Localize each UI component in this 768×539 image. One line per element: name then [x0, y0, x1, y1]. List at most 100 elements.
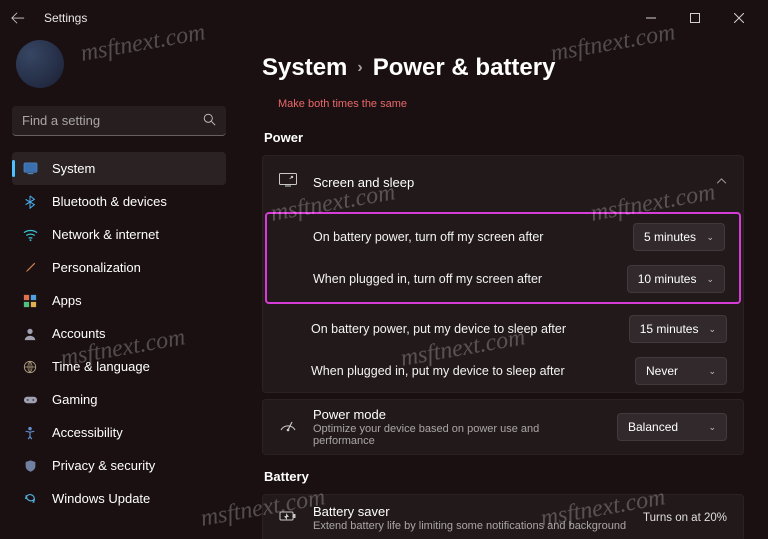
content-area: System › Power & battery Make both times…	[238, 36, 768, 539]
battery-saver-status: Turns on at 20%	[643, 512, 727, 524]
plugged-screen-off-dropdown[interactable]: 10 minutes ⌄	[627, 265, 725, 293]
bluetooth-icon	[22, 194, 38, 210]
sidebar-item-system[interactable]: System	[12, 152, 226, 185]
chevron-down-icon: ⌄	[708, 422, 716, 433]
user-section[interactable]	[12, 36, 226, 92]
plugged-sleep-dropdown[interactable]: Never ⌄	[635, 357, 727, 385]
wifi-icon	[22, 227, 38, 243]
battery-screen-off-row: On battery power, turn off my screen aft…	[269, 216, 737, 258]
sidebar-item-bluetooth[interactable]: Bluetooth & devices	[12, 185, 226, 218]
sidebar-item-label: Privacy & security	[52, 458, 155, 473]
make-same-times-link[interactable]: Make both times the same	[262, 92, 744, 116]
sidebar-item-label: Time & language	[52, 359, 150, 374]
sidebar-item-label: Personalization	[52, 260, 141, 275]
breadcrumb-parent[interactable]: System	[262, 54, 347, 82]
update-icon	[22, 491, 38, 507]
sidebar-item-label: Windows Update	[52, 491, 150, 506]
shield-icon	[22, 458, 38, 474]
sidebar-item-label: Gaming	[52, 392, 98, 407]
dropdown-value: Balanced	[628, 420, 678, 434]
battery-saver-panel[interactable]: Battery saver Extend battery life by lim…	[262, 494, 744, 539]
plugged-sleep-row: When plugged in, put my device to sleep …	[263, 350, 743, 392]
sidebar-item-label: Network & internet	[52, 227, 159, 242]
app-title: Settings	[44, 11, 87, 25]
screen-sleep-title: Screen and sleep	[313, 175, 700, 190]
battery-saver-title: Battery saver	[313, 504, 627, 519]
battery-screen-off-dropdown[interactable]: 5 minutes ⌄	[633, 223, 725, 251]
minimize-icon	[646, 13, 656, 23]
maximize-button[interactable]	[674, 4, 716, 32]
back-button[interactable]	[8, 8, 28, 28]
window-controls	[630, 4, 760, 32]
person-icon	[22, 326, 38, 342]
breadcrumb-current: Power & battery	[373, 54, 556, 82]
nav-list: System Bluetooth & devices Network & int…	[12, 152, 226, 515]
sidebar-item-label: Accounts	[52, 326, 105, 341]
sidebar-item-privacy[interactable]: Privacy & security	[12, 449, 226, 482]
setting-label: When plugged in, turn off my screen afte…	[313, 272, 615, 286]
chevron-up-icon	[716, 176, 727, 188]
sidebar-item-label: Accessibility	[52, 425, 123, 440]
sidebar-item-apps[interactable]: Apps	[12, 284, 226, 317]
dropdown-value: 5 minutes	[644, 230, 696, 244]
sidebar: System Bluetooth & devices Network & int…	[0, 36, 238, 539]
setting-label: On battery power, turn off my screen aft…	[313, 230, 621, 244]
battery-sleep-dropdown[interactable]: 15 minutes ⌄	[629, 315, 727, 343]
close-button[interactable]	[718, 4, 760, 32]
battery-saver-icon	[279, 509, 297, 528]
screen-sleep-header[interactable]: Screen and sleep	[263, 156, 743, 208]
power-mode-text: Power mode Optimize your device based on…	[313, 407, 601, 447]
titlebar-left: Settings	[8, 8, 87, 28]
power-mode-dropdown[interactable]: Balanced ⌄	[617, 413, 727, 441]
sidebar-item-accounts[interactable]: Accounts	[12, 317, 226, 350]
globe-icon	[22, 359, 38, 375]
power-section-header: Power	[264, 130, 744, 145]
battery-section-header: Battery	[264, 469, 744, 484]
screen-sleep-panel: Screen and sleep On battery power, turn …	[262, 155, 744, 393]
power-mode-icon	[279, 417, 297, 438]
battery-sleep-row: On battery power, put my device to sleep…	[263, 308, 743, 350]
sidebar-item-accessibility[interactable]: Accessibility	[12, 416, 226, 449]
sidebar-item-label: System	[52, 161, 95, 176]
battery-saver-subtitle: Extend battery life by limiting some not…	[313, 520, 627, 532]
setting-label: On battery power, put my device to sleep…	[311, 322, 617, 336]
sidebar-item-label: Bluetooth & devices	[52, 194, 167, 209]
main-container: System Bluetooth & devices Network & int…	[0, 36, 768, 539]
chevron-down-icon: ⌄	[708, 324, 716, 335]
apps-icon	[22, 293, 38, 309]
screen-icon	[279, 173, 297, 192]
chevron-right-icon: ›	[357, 59, 362, 77]
search-icon	[203, 113, 216, 129]
search-box[interactable]	[12, 106, 226, 136]
highlighted-settings: On battery power, turn off my screen aft…	[265, 212, 741, 304]
gamepad-icon	[22, 392, 38, 408]
breadcrumb: System › Power & battery	[262, 54, 744, 82]
titlebar: Settings	[0, 0, 768, 36]
sidebar-item-label: Apps	[52, 293, 82, 308]
power-mode-subtitle: Optimize your device based on power use …	[313, 423, 601, 447]
battery-saver-text: Battery saver Extend battery life by lim…	[313, 504, 627, 532]
maximize-icon	[690, 13, 700, 23]
user-avatar	[16, 40, 64, 88]
plugged-screen-off-row: When plugged in, turn off my screen afte…	[269, 258, 737, 300]
chevron-down-icon: ⌄	[706, 232, 714, 243]
dropdown-value: Never	[646, 364, 678, 378]
close-icon	[734, 13, 744, 23]
minimize-button[interactable]	[630, 4, 672, 32]
dropdown-value: 10 minutes	[638, 272, 697, 286]
sidebar-item-gaming[interactable]: Gaming	[12, 383, 226, 416]
power-mode-title: Power mode	[313, 407, 601, 422]
sidebar-item-windows-update[interactable]: Windows Update	[12, 482, 226, 515]
accessibility-icon	[22, 425, 38, 441]
sidebar-item-network[interactable]: Network & internet	[12, 218, 226, 251]
power-mode-panel[interactable]: Power mode Optimize your device based on…	[262, 399, 744, 455]
chevron-down-icon: ⌄	[708, 366, 716, 377]
system-icon	[22, 161, 38, 177]
sidebar-item-time-language[interactable]: Time & language	[12, 350, 226, 383]
search-input[interactable]	[22, 113, 203, 128]
arrow-left-icon	[11, 11, 25, 25]
sidebar-item-personalization[interactable]: Personalization	[12, 251, 226, 284]
paintbrush-icon	[22, 260, 38, 276]
setting-label: When plugged in, put my device to sleep …	[311, 364, 623, 378]
dropdown-value: 15 minutes	[640, 322, 699, 336]
